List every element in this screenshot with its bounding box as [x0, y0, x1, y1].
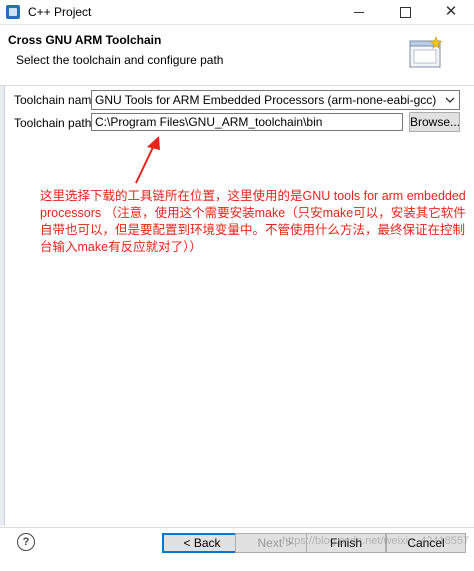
next-button[interactable]: Next >	[235, 533, 315, 553]
annotation-line: 自带也可以，但是要配置到环境变量中。不管使用什么方法，最终保证在控制	[40, 223, 466, 237]
back-button[interactable]: < Back	[162, 533, 242, 553]
cancel-button[interactable]: Cancel	[386, 533, 466, 553]
help-icon[interactable]: ?	[17, 533, 35, 551]
finish-button[interactable]: Finish	[306, 533, 386, 553]
annotation-line: 这里选择下载的工具链所在位置，这里使用的是GNU tools for arm e…	[40, 189, 466, 203]
annotation-line: 台输入make有反应就对了））	[40, 240, 202, 254]
annotation-line: processors （注意，使用这个需要安装make（只安make可以，安装其…	[40, 206, 466, 220]
annotation-arrow	[135, 136, 160, 184]
annotation-text: 这里选择下载的工具链所在位置，这里使用的是GNU tools for arm e…	[40, 188, 470, 256]
footer-separator	[0, 527, 474, 528]
